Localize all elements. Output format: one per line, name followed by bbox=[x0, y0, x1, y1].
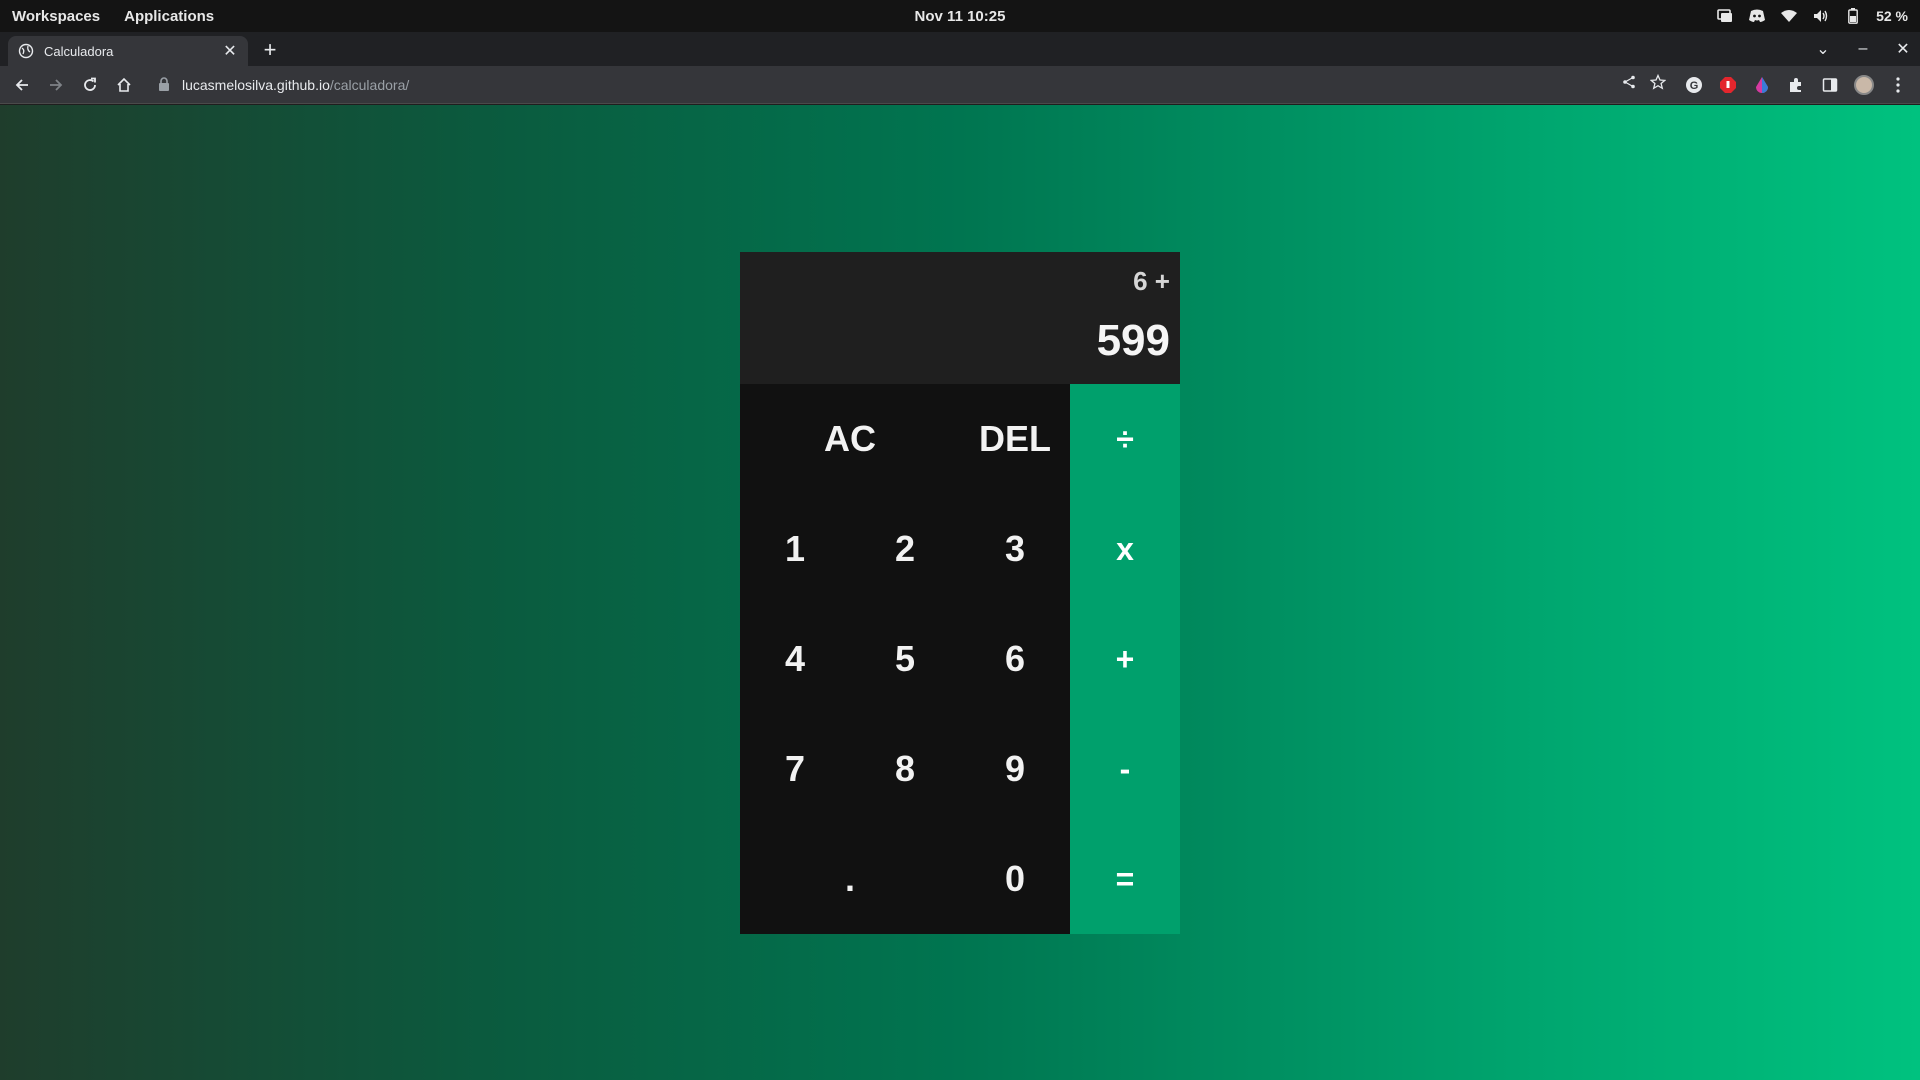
lock-icon[interactable] bbox=[158, 76, 174, 93]
close-window-icon[interactable]: ✕ bbox=[1894, 40, 1912, 58]
battery-icon[interactable] bbox=[1844, 7, 1862, 25]
back-button[interactable] bbox=[6, 69, 38, 101]
wifi-icon[interactable] bbox=[1780, 7, 1798, 25]
forward-button[interactable] bbox=[40, 69, 72, 101]
delete-button[interactable]: DEL bbox=[960, 384, 1070, 494]
profile-avatar[interactable] bbox=[1854, 74, 1874, 95]
calculator: 6 + 599 AC DEL ÷ 1 2 3 x 4 5 6 + 7 8 9 -… bbox=[740, 252, 1180, 934]
close-tab-icon[interactable]: ✕ bbox=[222, 43, 238, 60]
extensions-area: G bbox=[1684, 74, 1908, 95]
tab-calculadora[interactable]: Calculadora ✕ bbox=[8, 36, 248, 66]
digit-2-button[interactable]: 2 bbox=[850, 494, 960, 604]
tab-search-icon[interactable]: ⌄ bbox=[1814, 40, 1832, 58]
svg-text:G: G bbox=[1690, 80, 1699, 92]
globe-icon bbox=[18, 43, 34, 59]
adblock-extension-icon[interactable] bbox=[1718, 75, 1738, 95]
extensions-puzzle-icon[interactable] bbox=[1786, 75, 1806, 95]
digit-4-button[interactable]: 4 bbox=[740, 604, 850, 714]
workspaces-menu[interactable]: Workspaces bbox=[12, 8, 100, 25]
subtract-button[interactable]: - bbox=[1070, 714, 1180, 824]
clock[interactable]: Nov 11 10:25 bbox=[915, 8, 1006, 25]
digit-1-button[interactable]: 1 bbox=[740, 494, 850, 604]
new-tab-button[interactable]: + bbox=[256, 36, 284, 64]
digit-9-button[interactable]: 9 bbox=[960, 714, 1070, 824]
share-icon[interactable] bbox=[1622, 75, 1636, 94]
url-host: lucasmelosilva.github.io bbox=[182, 76, 330, 93]
os-menu: Workspaces Applications bbox=[0, 8, 214, 25]
digit-3-button[interactable]: 3 bbox=[960, 494, 1070, 604]
decimal-button[interactable]: . bbox=[740, 824, 960, 934]
back-arrow-icon bbox=[15, 78, 28, 91]
digit-5-button[interactable]: 5 bbox=[850, 604, 960, 714]
digit-7-button[interactable]: 7 bbox=[740, 714, 850, 824]
tab-title: Calculadora bbox=[44, 43, 114, 59]
volume-icon[interactable] bbox=[1812, 7, 1830, 25]
page-background: 6 + 599 AC DEL ÷ 1 2 3 x 4 5 6 + 7 8 9 -… bbox=[0, 105, 1920, 1080]
equals-button[interactable]: = bbox=[1070, 824, 1180, 934]
current-operand: 599 bbox=[1096, 316, 1170, 365]
system-tray: 52 % bbox=[1716, 0, 1908, 32]
grammarly-extension-icon[interactable]: G bbox=[1684, 75, 1704, 95]
address-bar-actions bbox=[1622, 73, 1667, 95]
browser-tab-strip: Calculadora ✕ + ⌄ – ✕ bbox=[0, 32, 1920, 66]
all-clear-button[interactable]: AC bbox=[740, 384, 960, 494]
calculator-display: 6 + 599 bbox=[740, 252, 1180, 384]
digit-6-button[interactable]: 6 bbox=[960, 604, 1070, 714]
home-button[interactable] bbox=[108, 69, 140, 101]
previous-operand: 6 + bbox=[1133, 266, 1170, 296]
reload-icon bbox=[84, 77, 96, 91]
bookmark-star-icon[interactable] bbox=[1649, 73, 1667, 95]
screen-share-icon[interactable] bbox=[1716, 7, 1734, 25]
window-controls: ⌄ – ✕ bbox=[1814, 32, 1912, 66]
colorful-drop-extension-icon[interactable] bbox=[1752, 75, 1772, 95]
multiply-button[interactable]: x bbox=[1070, 494, 1180, 604]
home-icon bbox=[117, 77, 131, 92]
minimize-icon[interactable]: – bbox=[1854, 40, 1872, 58]
os-top-bar: Workspaces Applications Nov 11 10:25 52 … bbox=[0, 0, 1920, 32]
forward-arrow-icon bbox=[50, 78, 63, 91]
url-path: /calculadora/ bbox=[329, 76, 410, 93]
address-bar[interactable]: lucasmelosilva.github.io/calculadora/ bbox=[148, 70, 1622, 100]
digit-8-button[interactable]: 8 bbox=[850, 714, 960, 824]
add-button[interactable]: + bbox=[1070, 604, 1180, 714]
digit-0-button[interactable]: 0 bbox=[960, 824, 1070, 934]
browser-menu-icon[interactable] bbox=[1888, 75, 1908, 95]
browser-toolbar: lucasmelosilva.github.io/calculadora/ G bbox=[0, 66, 1920, 104]
divide-button[interactable]: ÷ bbox=[1070, 384, 1180, 494]
reload-button[interactable] bbox=[74, 69, 106, 101]
side-panel-icon[interactable] bbox=[1820, 75, 1840, 95]
discord-icon[interactable] bbox=[1748, 7, 1766, 25]
battery-percentage: 52 % bbox=[1876, 8, 1908, 24]
applications-menu[interactable]: Applications bbox=[124, 8, 214, 25]
